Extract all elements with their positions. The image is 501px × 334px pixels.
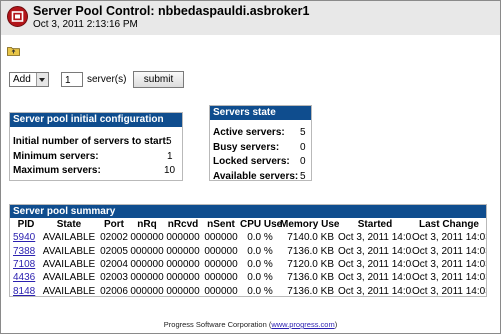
table-cell: AVAILABLE	[42, 272, 96, 284]
pid-cell: 5940	[10, 231, 40, 244]
config-row-maximum: Maximum servers: 10	[13, 165, 176, 176]
table-cell: AVAILABLE	[42, 245, 96, 257]
table-cell: 0.0 %	[247, 245, 273, 257]
page-date: Oct 3, 2011 2:13:16 PM	[33, 19, 138, 30]
folder-up-icon[interactable]	[7, 43, 20, 56]
summary-header-row: PID State Port nRq nRcvd nSent CPU Use M…	[10, 218, 486, 231]
table-cell: 0.0 %	[247, 285, 273, 297]
progress-logo-icon	[7, 6, 28, 27]
table-cell: AVAILABLE	[42, 232, 96, 244]
state-row-active: Active servers: 5	[213, 127, 306, 138]
table-cell: 02006	[100, 285, 128, 297]
table-cell: 000000	[130, 258, 164, 270]
table-cell: 000000	[204, 258, 238, 270]
table-cell: Oct 3, 2011 14:03	[412, 245, 486, 257]
table-cell: 000000	[204, 232, 238, 244]
table-cell: 02004	[100, 258, 128, 270]
table-cell: 000000	[130, 245, 164, 257]
pid-cell: 7388	[10, 244, 40, 257]
table-cell: Oct 3, 2011 14:03	[338, 258, 412, 270]
initial-config-panel: Server pool initial configuration Initia…	[9, 112, 183, 181]
pid-link[interactable]: 7388	[13, 246, 35, 257]
col-header: Last Change	[418, 219, 479, 230]
config-row-initial: Initial number of servers to start: 5	[13, 136, 172, 147]
page-footer: Progress Software Corporation (www.progr…	[163, 320, 338, 329]
table-cell: 000000	[130, 272, 164, 284]
summary-title: Server pool summary	[10, 205, 486, 218]
pid-link[interactable]: 4436	[13, 272, 35, 283]
page-header: Server Pool Control: nbbedaspauldi.asbro…	[1, 1, 500, 35]
table-cell: 02002	[100, 232, 128, 244]
table-cell: 000000	[166, 232, 200, 244]
table-cell: 7140.0 KB	[287, 232, 334, 244]
table-row: 4436 AVAILABLE 02003 000000 000000 000000 0.0 …	[10, 271, 486, 284]
table-cell: Oct 3, 2011 14:03	[412, 232, 486, 244]
page-title: Server Pool Control: nbbedaspauldi.asbro…	[33, 4, 310, 18]
pid-cell: 7108	[10, 258, 40, 271]
col-header: CPU Use	[240, 219, 283, 230]
summary-table: PID State Port nRq nRcvd nSent CPU Use M…	[10, 218, 486, 298]
col-header: Memory Use	[280, 219, 340, 230]
table-row: 8148 AVAILABLE 02006 000000 000000 000000 0.0 …	[10, 285, 486, 298]
col-header: Port	[104, 219, 124, 230]
page: Server Pool Control: nbbedaspauldi.asbro…	[1, 1, 500, 333]
chevron-down-icon	[36, 73, 48, 86]
col-header: nRq	[137, 219, 157, 230]
state-row-locked: Locked servers: 0	[213, 156, 306, 167]
table-cell: 0.0 %	[247, 258, 273, 270]
progress-website-link[interactable]: www.progress.com	[271, 320, 334, 329]
table-cell: 0.0 %	[247, 272, 273, 284]
table-cell: 0.0 %	[247, 232, 273, 244]
pid-link[interactable]: 7108	[13, 259, 35, 270]
col-header: nRcvd	[167, 219, 199, 230]
table-cell: 000000	[130, 285, 164, 297]
table-cell: 7120.0 KB	[287, 258, 334, 270]
table-cell: Oct 3, 2011 14:03	[338, 232, 412, 244]
table-cell: 000000	[166, 272, 200, 284]
submit-button[interactable]: submit	[133, 71, 184, 88]
state-row-available: Available servers: 5	[213, 170, 306, 182]
table-cell: 7136.0 KB	[287, 272, 334, 284]
pid-cell: 8148	[10, 285, 40, 298]
pid-link[interactable]: 5940	[13, 232, 35, 243]
server-pool-summary: Server pool summary PID State Port nRq n…	[9, 204, 487, 297]
table-row: 7388 AVAILABLE 02005 000000 000000 000000 0.0 …	[10, 244, 486, 257]
state-row-busy: Busy servers: 0	[213, 141, 306, 153]
col-header: Started	[357, 219, 393, 230]
table-cell: 000000	[166, 258, 200, 270]
table-cell: 02005	[100, 245, 128, 257]
table-cell: 02003	[100, 272, 128, 284]
table-cell: 000000	[166, 245, 200, 257]
pool-controls: Add server(s) submit	[9, 71, 185, 89]
table-cell: 7136.0 KB	[287, 285, 334, 297]
table-cell: Oct 3, 2011 14:03	[338, 272, 412, 284]
col-header: nSent	[207, 219, 235, 230]
table-cell: 7136.0 KB	[287, 245, 334, 257]
pid-cell: 4436	[10, 271, 40, 284]
table-cell: 000000	[204, 272, 238, 284]
server-count-input[interactable]	[61, 72, 83, 87]
table-cell: 000000	[204, 245, 238, 257]
table-cell: 000000	[166, 285, 200, 297]
action-select[interactable]: Add	[9, 72, 49, 87]
table-row: 5940 AVAILABLE 02002 000000 000000 000000 0.0 …	[10, 231, 486, 244]
table-cell: Oct 3, 2011 14:03	[338, 245, 412, 257]
initial-config-title: Server pool initial configuration	[10, 113, 182, 127]
col-header: State	[56, 219, 82, 230]
table-cell: Oct 3, 2011 14:03	[338, 285, 412, 297]
col-header: PID	[17, 219, 35, 230]
config-row-minimum: Minimum servers: 1	[13, 150, 173, 162]
servers-label: server(s)	[87, 74, 127, 85]
table-cell: 000000	[204, 285, 238, 297]
table-cell: AVAILABLE	[42, 258, 96, 270]
table-cell: 000000	[130, 232, 164, 244]
table-cell: Oct 3, 2011 14:03	[412, 272, 486, 284]
table-cell: Oct 3, 2011 14:03	[412, 258, 486, 270]
pid-link[interactable]: 8148	[13, 286, 35, 297]
table-cell: Oct 3, 2011 14:03	[412, 285, 486, 297]
table-row: 7108 AVAILABLE 02004 000000 000000 000000 0.0 …	[10, 258, 486, 271]
table-cell: AVAILABLE	[42, 285, 96, 297]
servers-state-title: Servers state	[210, 106, 311, 120]
servers-state-panel: Servers state Active servers: 5 Busy ser…	[209, 105, 312, 182]
